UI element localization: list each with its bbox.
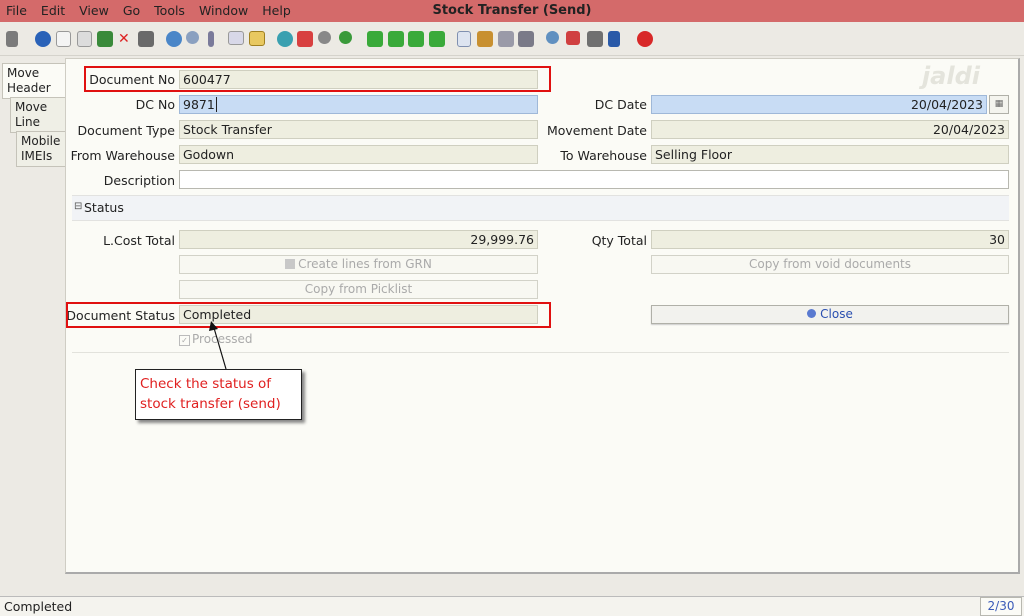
annotation-arrow bbox=[209, 321, 227, 370]
status-bar: Completed 2/30 bbox=[0, 596, 1024, 616]
annotation-callout: Check the status of stock transfer (send… bbox=[135, 369, 302, 420]
status-message: Completed bbox=[4, 599, 73, 614]
record-counter: 2/30 bbox=[980, 597, 1022, 616]
